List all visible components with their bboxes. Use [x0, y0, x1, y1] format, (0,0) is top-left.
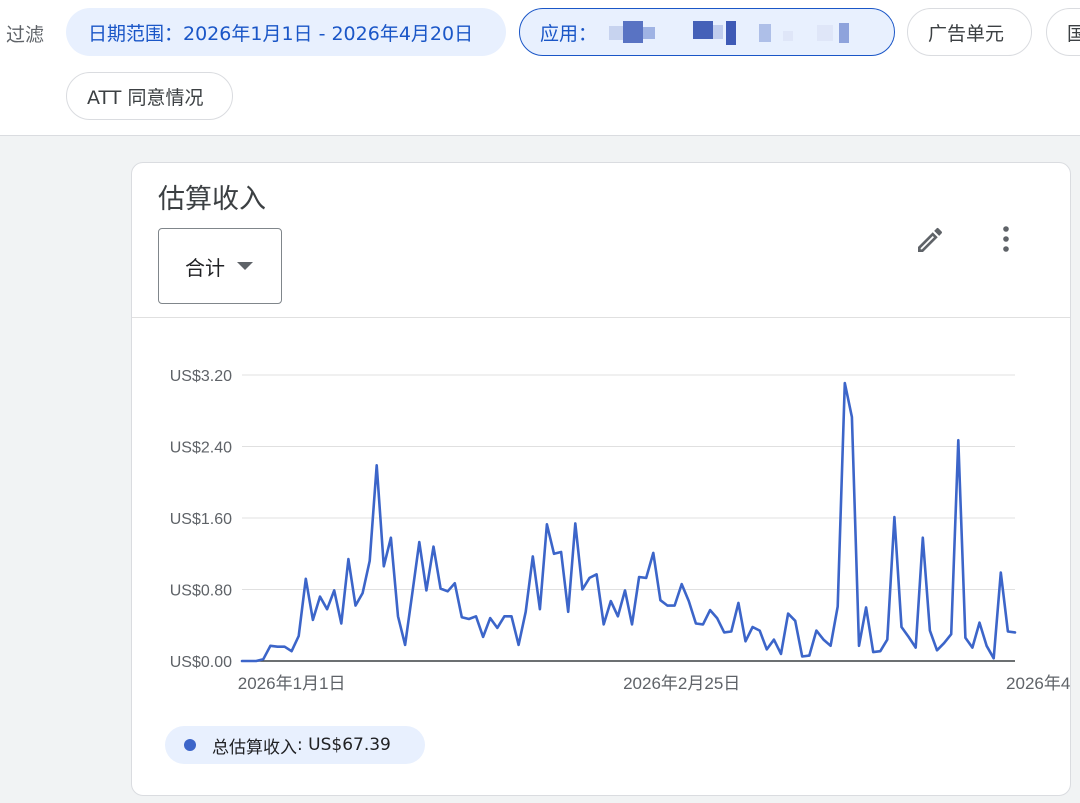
y-tick-label: US$3.20: [170, 368, 232, 385]
legend-chip[interactable]: 总估算收入: US$67.39: [165, 726, 425, 764]
estimated-revenue-card: 估算收入 合计 US$0.00 US$0.80 US$1.60 US$2.40 US$3…: [131, 162, 1071, 796]
filter-label: 过滤: [6, 24, 45, 46]
ad-unit-chip[interactable]: 广告单元: [907, 8, 1032, 56]
filter-bar: 过滤 日期范围：2026年1月1日 - 2026年4月20日 应用： 广告单元 …: [0, 0, 1080, 136]
att-consent-label: ATT 同意情况: [87, 86, 204, 109]
app-filter-chip[interactable]: 应用：: [519, 8, 895, 56]
revenue-line-chart: US$0.00 US$0.80 US$1.60 US$2.40 US$3.20 2026年…: [170, 368, 1070, 693]
legend-series-name: 总估算收入: [212, 737, 297, 758]
legend-separator: :: [297, 735, 309, 755]
y-tick-label: US$0.80: [170, 583, 232, 600]
country-label: 国: [1067, 19, 1080, 46]
att-consent-chip[interactable]: ATT 同意情况: [66, 72, 233, 120]
y-tick-label: US$2.40: [170, 440, 232, 457]
app-filter-label: 应用：: [540, 22, 598, 45]
y-tick-label: US$0.00: [170, 654, 232, 671]
x-tick-label: 2026年1月1日: [238, 674, 346, 693]
legend-series-total: US$67.39: [308, 735, 391, 755]
series-line-total-revenue: [240, 381, 1017, 663]
date-range-text: 日期范围：2026年1月1日 - 2026年4月20日: [88, 22, 474, 45]
y-tick-label: US$1.60: [170, 511, 232, 528]
ad-unit-label: 广告单元: [928, 22, 1005, 45]
country-chip[interactable]: 国: [1046, 8, 1080, 56]
legend-dot-icon: [184, 739, 196, 751]
app-name-redacted: [607, 17, 857, 47]
x-tick-label: 2026年2月25日: [623, 674, 740, 693]
date-range-chip[interactable]: 日期范围：2026年1月1日 - 2026年4月20日: [66, 8, 506, 56]
x-tick-label: 2026年4月20日: [1006, 674, 1070, 693]
